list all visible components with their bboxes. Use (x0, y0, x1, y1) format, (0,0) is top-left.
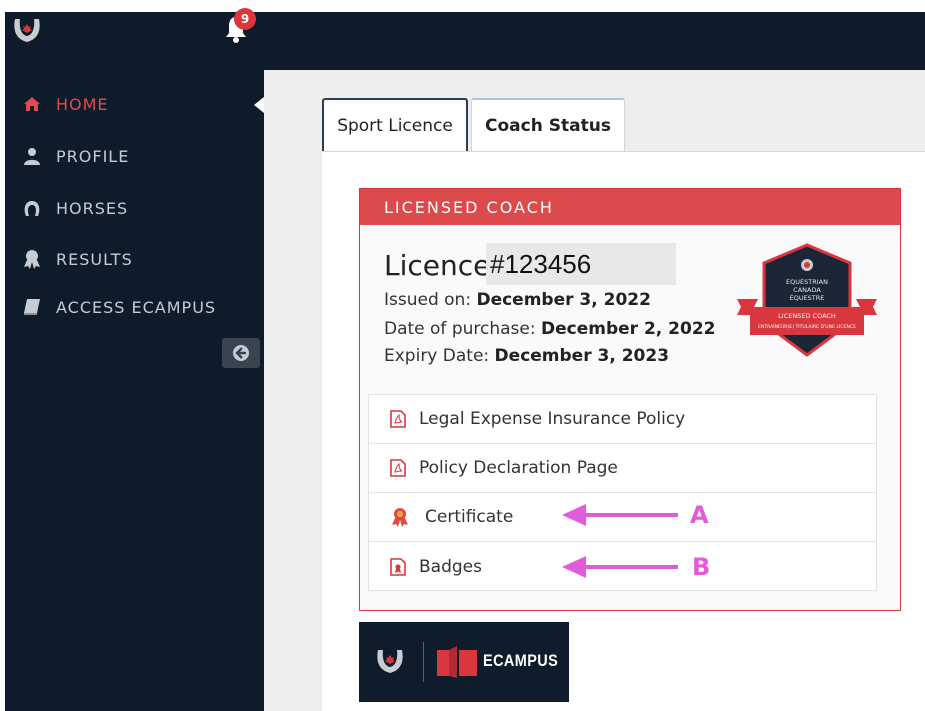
ecampus-label: ECAMPUS (483, 651, 559, 670)
doc-policy-declaration-page[interactable]: Policy Declaration Page (369, 444, 876, 493)
home-icon (22, 94, 42, 114)
svg-text:ÉQUESTRE: ÉQUESTRE (790, 293, 825, 302)
sidebar-item-horses[interactable]: HORSES (22, 195, 128, 221)
divider (423, 642, 424, 682)
user-icon (22, 146, 42, 166)
tab-coach-status[interactable]: Coach Status (471, 98, 625, 152)
card-header: LICENSED COACH (360, 189, 900, 225)
ecampus-banner[interactable]: ECAMPUS (359, 622, 569, 702)
svg-text:ENTRAÎNEUR(E) TITULAIRE D'UNE: ENTRAÎNEUR(E) TITULAIRE D'UNE LICENCE (758, 323, 856, 330)
book-icon (437, 646, 477, 678)
sidebar-item-label: RESULTS (56, 249, 133, 269)
svg-text:EQUESTRIAN: EQUESTRIAN (786, 278, 828, 286)
licensed-coach-crest: EQUESTRIAN CANADA ÉQUESTRE LICENSED COAC… (737, 243, 877, 357)
sidebar-item-label: ACCESS ECAMPUS (56, 297, 217, 317)
annotation-label-a: A (690, 501, 709, 529)
licence-number: #123456 (486, 243, 676, 285)
pdf-icon (387, 457, 409, 479)
licensed-coach-card: LICENSED COACH Licence #123456 Issued on… (359, 188, 901, 611)
arrow-left-circle-icon (233, 345, 249, 361)
doc-label: Policy Declaration Page (419, 458, 618, 478)
notification-badge: 9 (234, 8, 256, 30)
annotation-label-b: B (692, 553, 711, 581)
annotation-arrow-b (562, 556, 678, 578)
doc-legal-expense-insurance-policy[interactable]: Legal Expense Insurance Policy (369, 395, 876, 444)
sidebar-item-results[interactable]: RESULTS (22, 246, 133, 272)
collapse-sidebar-button[interactable] (222, 338, 260, 368)
badge-file-icon (387, 556, 409, 578)
sidebar-item-label: HOME (56, 94, 109, 114)
sidebar-item-access-ecampus[interactable]: ACCESS ECAMPUS (22, 294, 216, 320)
annotation-arrow-a (562, 504, 678, 526)
book-icon (22, 297, 42, 317)
doc-label: Legal Expense Insurance Policy (419, 409, 686, 429)
logo-icon (377, 650, 403, 673)
sidebar-item-label: PROFILE (56, 146, 130, 166)
pdf-icon (387, 408, 409, 430)
active-indicator (254, 97, 264, 113)
logo-icon[interactable] (10, 15, 44, 45)
doc-label: Certificate (425, 507, 514, 527)
date-of-purchase: Date of purchase: December 2, 2022 (384, 319, 716, 339)
licence-label: Licence (384, 249, 491, 282)
top-bar (5, 12, 925, 70)
svg-text:CANADA: CANADA (793, 286, 821, 294)
sidebar-item-profile[interactable]: PROFILE (22, 143, 129, 169)
ribbon-icon (22, 249, 42, 269)
issued-on: Issued on: December 3, 2022 (384, 290, 651, 310)
tab-bar: Sport Licence Coach Status (322, 98, 625, 152)
doc-label: Badges (419, 556, 482, 577)
sidebar-item-label: HORSES (56, 198, 129, 218)
award-icon (389, 506, 411, 528)
svg-text:LICENSED COACH: LICENSED COACH (778, 312, 836, 320)
expiry-date: Expiry Date: December 3, 2023 (384, 346, 670, 366)
sidebar-item-home[interactable]: HOME (22, 91, 109, 117)
horseshoe-icon (22, 198, 42, 218)
tab-sport-licence[interactable]: Sport Licence (322, 98, 468, 152)
